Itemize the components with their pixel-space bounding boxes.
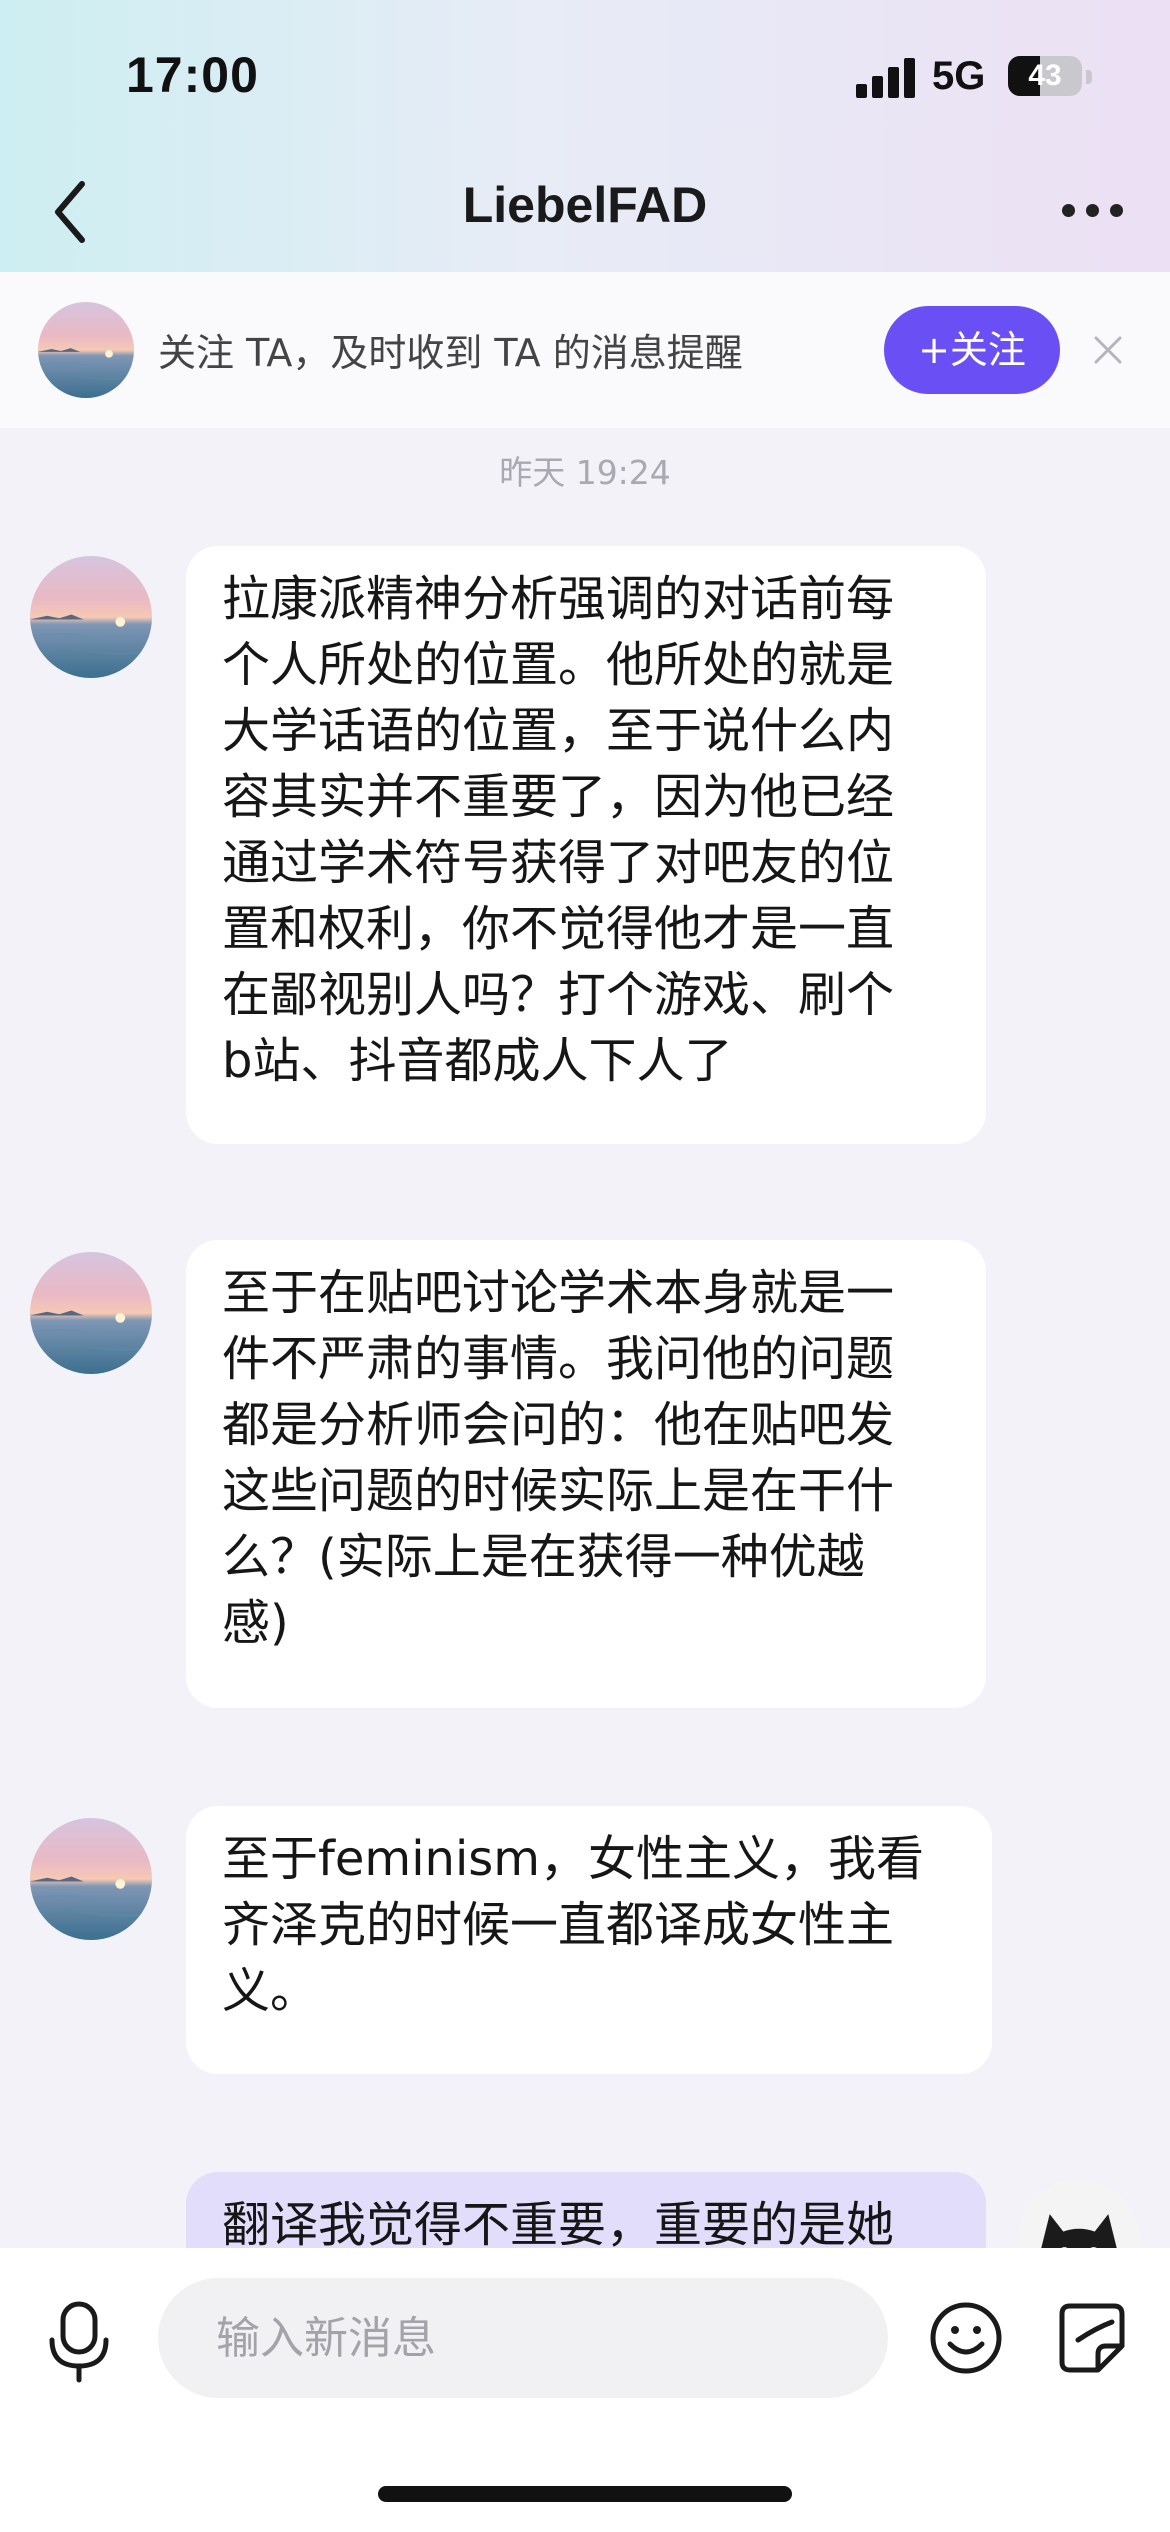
message-line: 这些问题的时候实际上是在干什	[222, 1463, 895, 1519]
sunset-avatar-image	[30, 556, 152, 678]
network-label: 5G	[932, 54, 986, 98]
microphone-icon	[49, 2301, 109, 2383]
message-line: b站、抖音都成人下人了	[222, 1033, 733, 1089]
battery-icon: 43	[1008, 56, 1082, 96]
sunset-avatar-image	[30, 1252, 152, 1374]
message-bubble[interactable]: 至于在贴吧讨论学术本身就是一 件不严肃的事情。我问他的问题 都是分析师会问的：他…	[186, 1240, 986, 1708]
message-line: 么？(实际上是在获得一种优越	[222, 1529, 865, 1585]
emoji-button[interactable]	[928, 2300, 1004, 2376]
message-bubble[interactable]: 拉康派精神分析强调的对话前每 个人所处的位置。他所处的就是 大学话语的位置，至于…	[186, 546, 986, 1144]
sunset-avatar-image	[38, 302, 134, 398]
message-bubble[interactable]: 至于feminism，女性主义，我看 齐泽克的时候一直都译成女性主 义。	[186, 1806, 992, 2074]
status-time: 17:00	[126, 47, 259, 103]
message-line: 至于feminism，女性主义，我看	[222, 1831, 925, 1887]
battery-cap	[1086, 70, 1092, 84]
message-line: 在鄙视别人吗？打个游戏、刷个	[222, 967, 895, 1023]
close-icon	[1094, 336, 1122, 364]
message-line: 义。	[222, 1963, 319, 2019]
message-input[interactable]	[158, 2278, 888, 2398]
sender-avatar[interactable]	[30, 556, 152, 678]
message-line: 件不严肃的事情。我问他的问题	[222, 1331, 895, 1387]
follow-prompt-text: 关注 TA，及时收到 TA 的消息提醒	[158, 331, 743, 375]
message-line: 通过学术符号获得了对吧友的位	[222, 835, 895, 891]
follow-prompt-bar: 关注 TA，及时收到 TA 的消息提醒 +关注	[0, 272, 1170, 428]
sunset-avatar-image	[30, 1818, 152, 1940]
message-line: 容其实并不重要了，因为他已经	[222, 769, 895, 825]
signal-icon	[856, 58, 916, 98]
sticker-button[interactable]	[1056, 2300, 1128, 2376]
follow-button[interactable]: +关注	[884, 306, 1060, 394]
chat-header: LiebelFAD	[0, 150, 1170, 272]
message-line: 齐泽克的时候一直都译成女性主	[222, 1897, 895, 1953]
more-button[interactable]	[1048, 186, 1138, 236]
battery-percent: 43	[1028, 59, 1062, 92]
input-bar	[0, 2248, 1170, 2532]
message-timestamp: 昨天 19:24	[499, 453, 671, 492]
status-bar: 17:00 5G 43	[0, 0, 1170, 150]
sender-avatar[interactable]	[30, 1818, 152, 1940]
message-line: 至于在贴吧讨论学术本身就是一	[222, 1265, 895, 1321]
message-line: 大学话语的位置，至于说什么内	[222, 703, 895, 759]
message-line: 拉康派精神分析强调的对话前每	[222, 571, 895, 627]
message-line: 感)	[222, 1595, 289, 1651]
voice-button[interactable]	[44, 2300, 114, 2386]
message-line: 个人所处的位置。他所处的就是	[222, 637, 895, 693]
page-title: LiebelFAD	[462, 177, 708, 233]
emoji-icon	[930, 2302, 1002, 2374]
message-line: 置和权利，你不觉得他才是一直	[222, 901, 895, 957]
home-indicator	[378, 2486, 792, 2502]
sender-avatar[interactable]	[30, 1252, 152, 1374]
close-button[interactable]	[1088, 328, 1128, 372]
message-line: 都是分析师会问的：他在贴吧发	[222, 1397, 895, 1453]
sticker-icon	[1059, 2303, 1125, 2373]
avatar[interactable]	[38, 302, 134, 398]
